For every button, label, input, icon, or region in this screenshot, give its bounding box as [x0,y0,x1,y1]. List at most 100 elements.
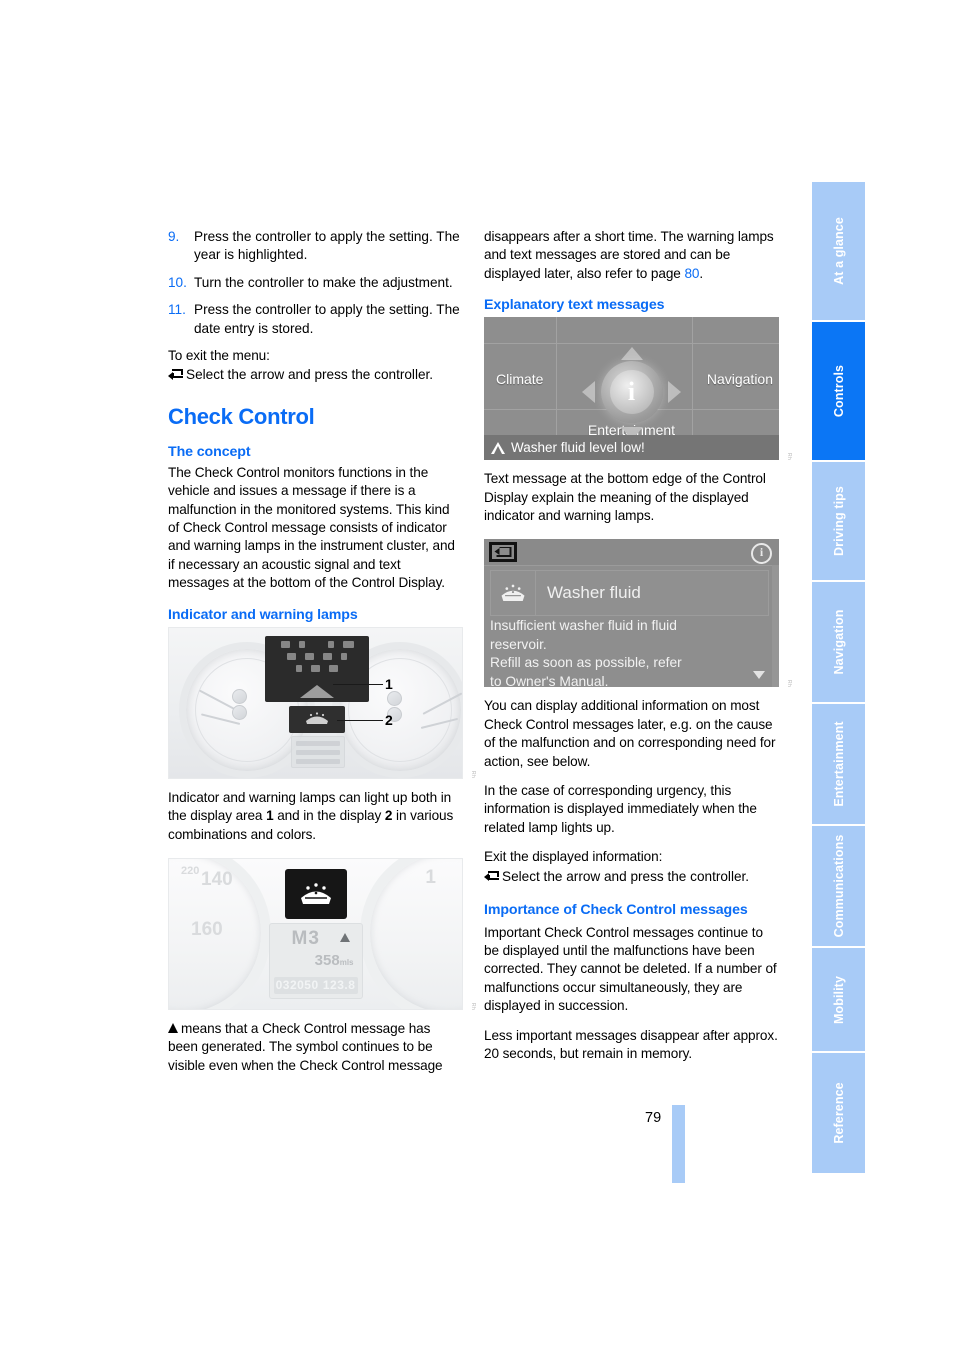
status-bar: Washer fluid level low! [484,435,779,461]
detail-body: Insufficient washer fluid in fluid reser… [490,617,769,687]
washer-fluid-icon [300,883,331,904]
list-item: 9. Press the controller to apply the set… [168,228,463,265]
callout-1: 1 [333,676,393,692]
list-item: 10. Turn the controller to make the adju… [168,274,463,292]
exit-menu-label: To exit the menu: [168,348,270,364]
washer-fluid-icon [306,712,328,724]
info-icon-letter: i [627,377,636,407]
washer-fluid-detail-image: i Washer fluid Insufficient washer fluid… [484,539,779,688]
section-heading-explanatory: Explanatory text messages [484,297,665,314]
tab-label: At a glance [831,217,846,285]
menu-item-navigation[interactable]: Navigation [707,371,773,387]
info-hub-icon: i [600,361,663,424]
section-heading-the-concept: The concept [168,443,251,460]
exit-info-action-line: Select the arrow and press the controlle… [484,868,779,886]
back-arrow-icon [168,369,184,382]
menu-item-climate[interactable]: Climate [496,371,543,387]
lamp-icon [305,652,314,660]
tab-label: Communications [831,834,846,938]
figure-code: Rh [470,1002,476,1010]
step-number: 11. [168,302,186,318]
brake-wear-lamp-icon [300,684,334,698]
additional-info-paragraph: You can display additional information o… [484,698,776,769]
detail-body-line: Refill as soon as possible, refer [490,655,682,671]
scroll-down-icon[interactable] [753,671,765,680]
tab-at-a-glance[interactable]: At a glance [812,182,865,322]
exit-info-label: Exit the displayed information: [484,849,663,865]
warning-triangle-icon [491,441,505,454]
section-heading-indicator-lamps: Indicator and warning lamps [168,606,358,623]
warning-triangle-icon [168,1022,178,1033]
scale-label: 220 [181,864,200,877]
back-arrow-icon [494,547,512,558]
detail-title: Washer fluid [547,583,641,603]
detail-body-line: Insufficient washer fluid in fluid [490,618,677,634]
tab-label: Entertainment [831,721,846,807]
scrollbar[interactable] [772,565,779,688]
idrive-caption: Text message at the bottom edge of the C… [484,471,766,524]
list-item: 11. Press the controller to apply the se… [168,301,463,338]
continuation-paragraph: disappears after a short time. The warni… [484,229,774,281]
idrive-menu-figure: Climate Navigation Entertainment i Washe… [484,317,792,461]
lamp-icon [327,640,334,648]
scale-label: 1 [425,866,436,888]
lamp-icon [329,664,338,672]
step-text: Press the controller to apply the settin… [194,229,460,263]
page-title: Check Control [168,403,315,429]
range-readout: 358mls [314,951,354,969]
numbered-steps: 9. Press the controller to apply the set… [168,228,463,338]
lamp-icon [341,652,347,660]
tab-entertainment[interactable]: Entertainment [812,704,865,826]
washer-fluid-detail-figure: i Washer fluid Insufficient washer fluid… [484,539,792,688]
detail-body-line: reservoir. [490,636,547,652]
chevron-right-icon [668,381,681,404]
tab-label: Mobility [831,975,846,1024]
lamp-icon [280,640,290,648]
callout-2: 2 [337,712,393,728]
back-button[interactable] [489,542,517,563]
warning-lamp-panel [265,635,369,702]
instrument-cluster-image: 1 2 [168,626,463,779]
scale-label: 160 [191,918,223,940]
tab-driving-tips[interactable]: Driving tips [812,462,865,582]
concept-paragraph: The Check Control monitors functions in … [168,464,455,591]
cluster-caption: Indicator and warning lamps can light up… [168,789,454,842]
gear-indicator: M3 [291,927,320,949]
tab-label: Driving tips [831,486,846,556]
step-text: Turn the controller to make the adjustme… [194,274,453,290]
washer-fluid-warning-lamp [284,868,347,919]
lamp-icon [298,640,305,648]
step-number: 9. [168,229,180,244]
scale-label: 140 [201,868,233,890]
section-heading-importance: Importance of Check Control messages [484,902,748,919]
warning-symbol-paragraph: means that a Check Control message has b… [168,1020,443,1073]
right-column: disappears after a short time. The warni… [484,228,792,1074]
step-number: 10. [168,274,187,290]
page-number: 79 [645,1110,662,1126]
lamp-icon [311,664,320,672]
tab-mobility[interactable]: Mobility [812,948,865,1053]
status-message: Washer fluid level low! [511,440,645,456]
step-text: Press the controller to apply the settin… [194,302,460,336]
tab-communications[interactable]: Communications [812,826,865,948]
exit-info-action-text: Select the arrow and press the controlle… [502,868,750,884]
page-link-80[interactable]: 80 [684,266,699,281]
chevron-up-icon [620,347,643,361]
lamp-icon [323,652,332,660]
cluster-lcd [291,735,345,768]
importance-paragraph: Important Check Control messages continu… [484,924,777,1014]
instrument-cluster-figure: 1 2 Rh [168,626,476,779]
tab-navigation[interactable]: Navigation [812,582,865,704]
exit-menu-action-text: Select the arrow and press the controlle… [186,367,434,383]
less-important-paragraph: Less important messages disappear after … [484,1027,778,1062]
cluster-closeup-figure: 220 140 160 1 M3 358mls 032050 123.8 Rh [168,857,476,1010]
cluster-lcd-closeup: M3 358mls 032050 123.8 [268,922,363,999]
odometer-readout: 032050 123.8 [273,976,358,994]
cluster-closeup-image: 220 140 160 1 M3 358mls 032050 123.8 [168,857,463,1010]
lamp-icon [287,652,296,660]
exit-menu-action-line: Select the arrow and press the controlle… [168,366,463,384]
tab-reference[interactable]: Reference [812,1053,865,1173]
tab-controls[interactable]: Controls [812,322,865,462]
section-tabs: At a glance Controls Driving tips Naviga… [812,182,865,1173]
left-column: 9. Press the controller to apply the set… [168,228,476,1086]
